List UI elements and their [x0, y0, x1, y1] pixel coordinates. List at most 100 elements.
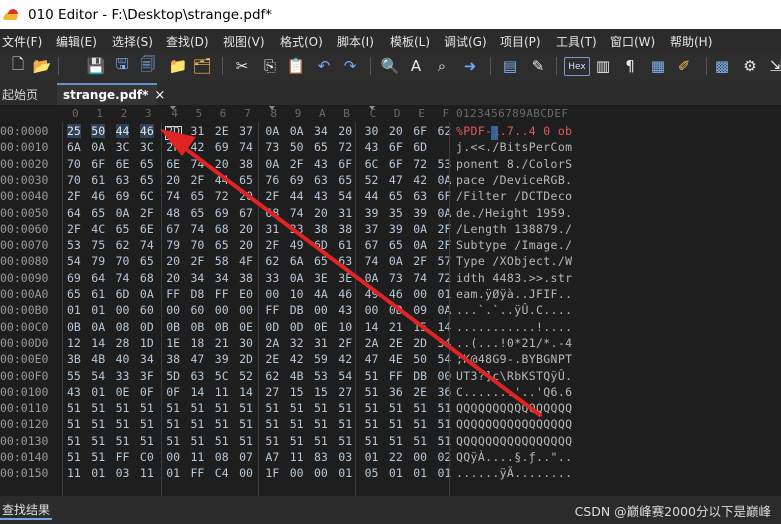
hex-byte[interactable]: 0A	[91, 140, 105, 154]
open-multiple-icon[interactable]: 🗂	[192, 56, 212, 76]
hex-byte[interactable]: 74	[365, 254, 379, 268]
hex-byte[interactable]: 0B	[67, 320, 81, 334]
hex-byte[interactable]: 27	[338, 385, 352, 399]
menu-item-9[interactable]: 项目(P)	[500, 33, 541, 50]
hex-byte[interactable]: 25	[67, 124, 81, 138]
hex-byte[interactable]: 20	[166, 173, 180, 187]
hex-byte[interactable]: 70	[191, 238, 205, 252]
hex-byte[interactable]: 62	[265, 254, 279, 268]
hex-byte[interactable]: 51	[290, 434, 304, 448]
find-in-files-icon[interactable]: ⌕	[432, 56, 452, 76]
hex-byte[interactable]: 68	[265, 206, 279, 220]
hex-byte[interactable]: 51	[67, 417, 81, 431]
hex-byte[interactable]: 10	[290, 287, 304, 301]
hex-byte[interactable]: 6E	[140, 222, 154, 236]
hex-byte[interactable]: 2F	[67, 222, 81, 236]
hex-byte[interactable]: 2F	[265, 238, 279, 252]
hex-byte[interactable]: 0F	[140, 385, 154, 399]
hex-byte[interactable]: 63	[338, 254, 352, 268]
hex-byte[interactable]: DB	[413, 369, 427, 383]
hex-byte[interactable]: 14	[191, 385, 205, 399]
hex-byte[interactable]: 64	[91, 271, 105, 285]
hex-byte[interactable]: 15	[290, 385, 304, 399]
hex-byte[interactable]: 51	[215, 401, 229, 415]
hex-byte[interactable]: 65	[140, 157, 154, 171]
hex-byte[interactable]: 61	[91, 287, 105, 301]
hex-byte[interactable]: 54	[338, 369, 352, 383]
hex-byte[interactable]: 00	[413, 287, 427, 301]
hex-byte[interactable]: 51	[413, 417, 427, 431]
hex-byte[interactable]: 64	[67, 206, 81, 220]
hex-byte[interactable]: 2F	[191, 254, 205, 268]
hex-byte[interactable]: 11	[67, 466, 81, 480]
hex-row[interactable]: 00:0090 69 64 74 68 20 34 34 38 33 0A 3E 3E 0A 73 74 72 i…	[0, 271, 781, 287]
new-file-icon[interactable]: 🗋	[8, 55, 28, 76]
hex-byte[interactable]: 0A	[413, 238, 427, 252]
hex-byte[interactable]: 65	[389, 189, 403, 203]
hex-byte[interactable]: 51	[166, 434, 180, 448]
hex-byte[interactable]: 47	[389, 173, 403, 187]
hex-byte[interactable]: 6A	[290, 254, 304, 268]
open-folder-icon[interactable]: 📂	[32, 56, 52, 76]
hex-byte[interactable]: 2E	[413, 385, 427, 399]
hex-byte[interactable]: 00	[166, 450, 180, 464]
menu-item-12[interactable]: 帮助(H)	[670, 33, 712, 50]
hex-byte[interactable]: 03	[116, 466, 130, 480]
ascii-text[interactable]: QQQQQQQQQQQQQQQQ	[456, 401, 572, 415]
hex-byte[interactable]: 6F	[91, 157, 105, 171]
hex-byte[interactable]: 51	[166, 417, 180, 431]
save-as-icon[interactable]: 🖫	[112, 55, 132, 76]
hex-byte[interactable]: 74	[191, 157, 205, 171]
hex-byte[interactable]: 00	[166, 303, 180, 317]
hex-row[interactable]: 00:00F0 55 54 33 3F 5D 63 5C 52 62 4B 53 54 51 FF DB 00 U…	[0, 369, 781, 385]
hex-byte[interactable]: 51	[239, 401, 253, 415]
hex-byte[interactable]: 31	[265, 222, 279, 236]
hex-byte[interactable]: 0A	[116, 206, 130, 220]
hex-byte[interactable]: 43	[338, 303, 352, 317]
hex-byte[interactable]: 38	[239, 157, 253, 171]
hex-byte[interactable]: 01	[67, 303, 81, 317]
hex-byte[interactable]: 69	[116, 189, 130, 203]
hex-byte[interactable]: 51	[290, 417, 304, 431]
hex-byte[interactable]: 0A	[265, 124, 279, 138]
hex-byte[interactable]: 63	[314, 173, 328, 187]
hex-byte[interactable]: 51	[116, 434, 130, 448]
hex-byte[interactable]: 36	[389, 385, 403, 399]
hex-byte[interactable]: 14	[365, 320, 379, 334]
collapse-icon[interactable]: ⇲	[766, 56, 781, 76]
hex-byte[interactable]: 34	[314, 124, 328, 138]
hex-byte[interactable]: 10	[338, 320, 352, 334]
redo-icon[interactable]: ↷	[340, 56, 360, 76]
hex-byte[interactable]: 0A	[290, 124, 304, 138]
hex-byte[interactable]: 6D	[116, 287, 130, 301]
replace-icon[interactable]: A	[406, 56, 426, 76]
hex-byte[interactable]: 73	[389, 271, 403, 285]
hex-byte[interactable]: 68	[140, 271, 154, 285]
hex-byte[interactable]: 65	[215, 238, 229, 252]
hex-byte[interactable]: 61	[338, 238, 352, 252]
hex-byte[interactable]: 51	[166, 401, 180, 415]
hex-byte[interactable]: 27	[265, 385, 279, 399]
hex-byte[interactable]: 20	[239, 238, 253, 252]
hex-byte[interactable]: 33	[290, 222, 304, 236]
hex-byte[interactable]: 52	[365, 173, 379, 187]
hex-byte[interactable]: 6D	[314, 238, 328, 252]
hex-byte[interactable]: 6C	[365, 157, 379, 171]
hex-byte[interactable]: 46	[338, 287, 352, 301]
hex-byte[interactable]: FF	[215, 287, 229, 301]
hex-byte[interactable]: 01	[91, 303, 105, 317]
hex-byte[interactable]: 69	[67, 271, 81, 285]
hex-byte[interactable]: 6E	[116, 157, 130, 171]
hex-byte[interactable]: 38	[314, 222, 328, 236]
hex-byte[interactable]: 51	[365, 434, 379, 448]
ascii-text[interactable]: ..(...!0*21/*.-4	[456, 336, 572, 350]
hex-byte[interactable]: 70	[67, 173, 81, 187]
hex-byte[interactable]: 43	[67, 385, 81, 399]
hex-byte[interactable]: 01	[389, 466, 403, 480]
hex-byte[interactable]: 73	[265, 140, 279, 154]
hex-byte[interactable]: 32	[290, 336, 304, 350]
hex-byte[interactable]: 01	[413, 466, 427, 480]
hex-byte[interactable]: 0B	[215, 320, 229, 334]
hex-byte[interactable]: 58	[215, 254, 229, 268]
hex-byte[interactable]: 51	[91, 417, 105, 431]
